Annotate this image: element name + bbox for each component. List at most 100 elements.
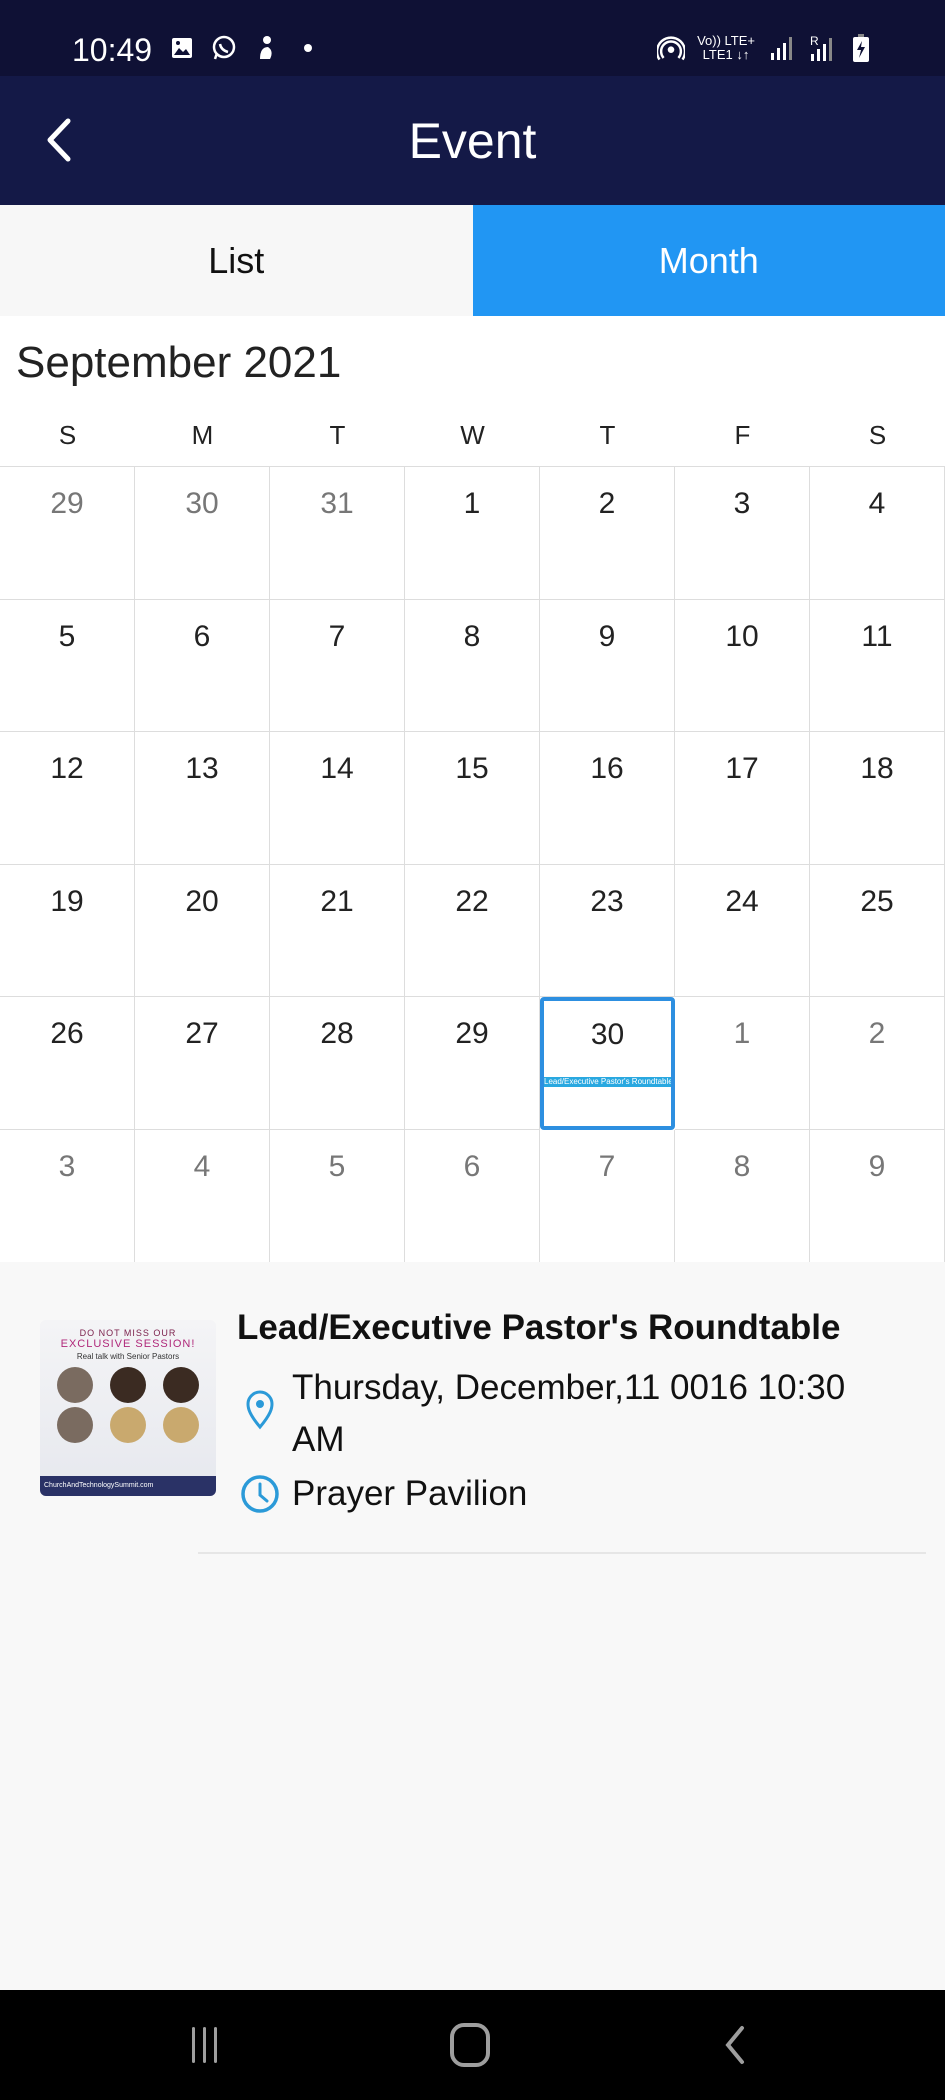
calendar-day-cell[interactable]: 7 <box>270 599 405 733</box>
tab-month[interactable]: Month <box>472 205 945 316</box>
day-number: 16 <box>590 752 624 786</box>
day-number: 11 <box>861 619 893 653</box>
day-number: 28 <box>320 1017 354 1051</box>
volte-lte-icon: Vo)) LTE+ LTE1 ↓↑ <box>697 34 755 62</box>
day-number: 21 <box>320 884 354 918</box>
notification-icon <box>252 34 280 62</box>
gallery-icon <box>168 34 196 62</box>
calendar-day-cell[interactable]: 2 <box>810 997 945 1130</box>
day-number: 30 <box>590 1018 625 1052</box>
nav-back-button[interactable] <box>705 2020 765 2070</box>
day-number: 20 <box>185 884 219 918</box>
day-number: 6 <box>463 1149 481 1183</box>
event-list-item[interactable]: DO NOT MISS OUR EXCLUSIVE SESSION! Real … <box>0 1262 945 1992</box>
calendar-day-cell[interactable]: 9 <box>810 1129 945 1263</box>
day-number: 7 <box>598 1149 616 1183</box>
volte-label: Vo)) LTE+ <box>697 33 755 48</box>
calendar-day-cell[interactable]: 24 <box>675 864 810 998</box>
recents-button[interactable] <box>175 2020 235 2070</box>
back-icon <box>725 2026 744 2064</box>
calendar-day-cell[interactable]: 12 <box>0 732 135 865</box>
calendar-day-cell[interactable]: 5 <box>0 599 135 733</box>
calendar-day-cell[interactable]: 21 <box>270 864 405 998</box>
calendar-day-cell[interactable]: 22 <box>405 864 540 998</box>
speaker-photo <box>56 1367 93 1403</box>
calendar-day-cell[interactable]: 29 <box>0 467 135 600</box>
calendar-day-cell[interactable]: 23 <box>540 864 675 998</box>
day-number: 31 <box>320 487 354 520</box>
home-icon <box>450 2023 490 2067</box>
calendar-day-cell[interactable]: 1 <box>675 997 810 1130</box>
day-number: 18 <box>860 752 894 786</box>
day-number: 1 <box>733 1017 751 1051</box>
day-number: 1 <box>463 487 481 520</box>
calendar-day-cell[interactable]: 4 <box>135 1129 270 1263</box>
weekday-label: F <box>734 420 751 450</box>
day-number: 9 <box>598 619 616 653</box>
day-number: 22 <box>455 884 489 918</box>
calendar-day-cell[interactable]: 27 <box>135 997 270 1130</box>
calendar-day-cell[interactable]: 7 <box>540 1129 675 1263</box>
thumbnail-line3: Real talk with Senior Pastors <box>76 1352 180 1361</box>
day-number: 23 <box>590 884 624 918</box>
calendar-day-cell[interactable]: 17 <box>675 732 810 865</box>
day-number: 8 <box>463 619 481 653</box>
event-thumbnail: DO NOT MISS OUR EXCLUSIVE SESSION! Real … <box>40 1320 216 1496</box>
calendar-day-cell[interactable]: 6 <box>405 1129 540 1263</box>
day-number: 15 <box>455 752 489 786</box>
day-number: 24 <box>725 884 759 918</box>
day-number: 2 <box>598 487 616 520</box>
calendar-day-cell[interactable]: 11 <box>810 599 945 733</box>
weekday-label: M <box>191 420 214 450</box>
calendar-day-cell[interactable]: 18 <box>810 732 945 865</box>
home-button[interactable] <box>440 2020 500 2070</box>
calendar-day-cell[interactable]: 31 <box>270 467 405 600</box>
calendar-day-cell[interactable]: 16 <box>540 732 675 865</box>
calendar-day-cell[interactable]: 20 <box>135 864 270 998</box>
day-number: 3 <box>733 487 751 520</box>
calendar-day-cell[interactable]: 26 <box>0 997 135 1130</box>
calendar-grid: 29 30 31 1 2 3 4 5 6 7 8 9 10 11 12 13 14 15 16 17 18 19 20 21 2… <box>0 466 945 1263</box>
calendar-day-cell[interactable]: 19 <box>0 864 135 998</box>
hotspot-icon <box>657 34 686 62</box>
calendar-day-cell[interactable]: 9 <box>540 599 675 733</box>
calendar-day-cell[interactable]: 8 <box>405 599 540 733</box>
calendar-day-cell[interactable]: 30 <box>135 467 270 600</box>
calendar-day-cell[interactable]: 28 <box>270 997 405 1130</box>
calendar-day-cell[interactable]: 6 <box>135 599 270 733</box>
location-pin-icon <box>240 1390 280 1430</box>
calendar-day-cell[interactable]: 13 <box>135 732 270 865</box>
calendar-header: September 2021 S M T W T F S <box>0 316 945 466</box>
calendar-day-cell[interactable]: 10 <box>675 599 810 733</box>
calendar-day-cell[interactable]: 25 <box>810 864 945 998</box>
calendar-day-cell[interactable]: 15 <box>405 732 540 865</box>
calendar-day-cell[interactable]: 4 <box>810 467 945 600</box>
event-datetime: Thursday, December,11 0016 10:30 AM <box>292 1368 846 1459</box>
event-datetime-row: Thursday, December,11 0016 10:30 AM <box>240 1362 892 1466</box>
calendar-day-cell[interactable]: 2 <box>540 467 675 600</box>
roaming-signal-icon: R <box>807 34 835 62</box>
speaker-photo <box>109 1367 146 1403</box>
calendar-day-cell[interactable]: 14 <box>270 732 405 865</box>
calendar-day-cell[interactable]: 3 <box>0 1129 135 1263</box>
calendar-day-cell[interactable]: 29 <box>405 997 540 1130</box>
event-location-row: Prayer Pavilion <box>240 1468 892 1520</box>
weekday-row: S M T W T F S <box>0 420 945 451</box>
calendar-day-cell[interactable]: 1 <box>405 467 540 600</box>
calendar-day-cell[interactable]: 3 <box>675 467 810 600</box>
whatsapp-icon <box>210 34 238 62</box>
month-title: September 2021 <box>16 338 342 387</box>
speaker-photo <box>163 1367 200 1403</box>
event-location: Prayer Pavilion <box>292 1474 528 1513</box>
calendar-event-label[interactable]: Lead/Executive Pastor's Roundtable <box>544 1077 671 1088</box>
day-number: 4 <box>193 1149 211 1183</box>
day-number: 25 <box>860 884 894 918</box>
weekday-label: T <box>599 420 616 450</box>
day-number: 12 <box>50 752 84 786</box>
lte1-label: LTE1 ↓↑ <box>702 47 750 62</box>
tab-list[interactable]: List <box>0 205 473 316</box>
calendar-day-cell[interactable]: 8 <box>675 1129 810 1263</box>
day-number: 5 <box>58 619 76 653</box>
calendar-day-cell[interactable]: 30 Lead/Executive Pastor's Roundtable <box>540 997 675 1130</box>
calendar-day-cell[interactable]: 5 <box>270 1129 405 1263</box>
